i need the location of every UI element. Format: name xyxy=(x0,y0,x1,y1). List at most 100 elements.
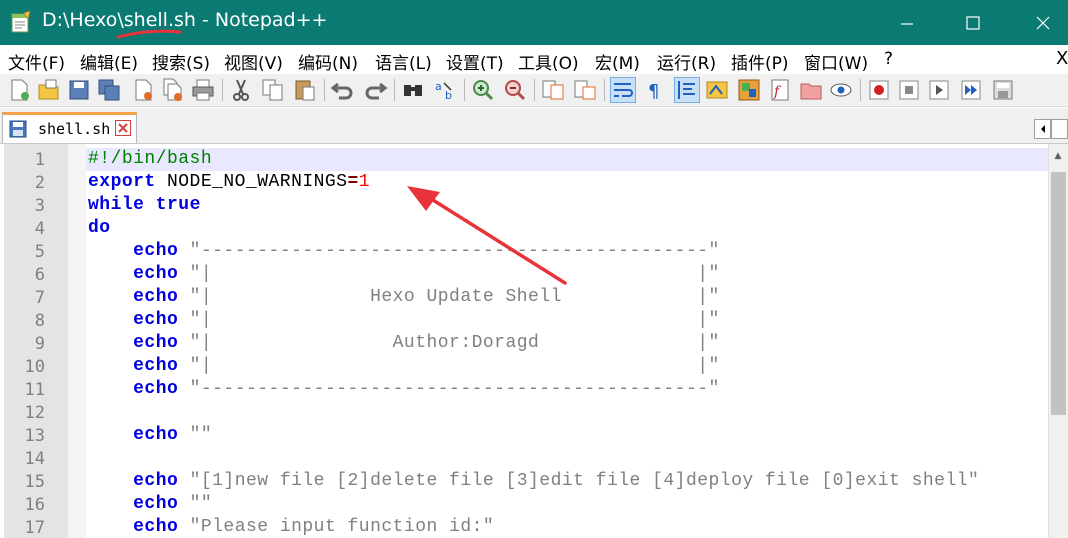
window-title: D:\Hexo\shell.sh - Notepad++ xyxy=(42,9,328,31)
text-token: NODE_NO_WARNINGS xyxy=(155,172,348,192)
scrollbar-thumb[interactable] xyxy=(1051,172,1066,415)
keyword-token: echo xyxy=(133,264,179,284)
string-token: "| Hexo Update Shell |" xyxy=(178,287,720,307)
save-icon[interactable] xyxy=(66,77,92,103)
zoom-out-icon[interactable] xyxy=(502,77,528,103)
menu-run[interactable]: 运行(R) xyxy=(657,49,716,74)
tab-close-icon[interactable] xyxy=(115,120,131,136)
close-document-button[interactable]: X xyxy=(1056,48,1068,69)
maximize-button[interactable] xyxy=(950,0,996,45)
code-line[interactable]: 11 echo "-------------------------------… xyxy=(0,378,1048,401)
code-line[interactable]: 12 xyxy=(0,401,1048,424)
code-text: echo "" xyxy=(88,494,212,514)
close-button[interactable] xyxy=(1020,0,1066,45)
line-number: 16 xyxy=(24,495,45,515)
indent-guide-icon[interactable] xyxy=(674,77,700,103)
toolbar-separator xyxy=(534,79,535,101)
code-line[interactable]: 7 echo "| Hexo Update Shell |" xyxy=(0,286,1048,309)
menu-search[interactable]: 搜索(S) xyxy=(152,49,210,74)
keyword-token: echo xyxy=(133,471,179,491)
string-token: "| |" xyxy=(178,356,720,376)
record-macro-icon[interactable] xyxy=(866,77,892,103)
line-number: 9 xyxy=(34,334,45,354)
menu-encoding[interactable]: 编码(N) xyxy=(298,49,358,74)
menu-file[interactable]: 文件(F) xyxy=(8,49,65,74)
word-wrap-icon[interactable] xyxy=(610,77,636,103)
undo-icon[interactable] xyxy=(330,77,356,103)
tab-shell-sh[interactable]: shell.sh xyxy=(2,112,137,143)
function-list-icon[interactable]: f xyxy=(768,77,794,103)
tab-scroll-right-button[interactable] xyxy=(1051,119,1068,139)
code-line[interactable]: 5 echo "--------------------------------… xyxy=(0,240,1048,263)
zoom-in-icon[interactable] xyxy=(470,77,496,103)
code-line[interactable]: 3 while true xyxy=(0,194,1048,217)
code-text: echo "| |" xyxy=(88,356,720,376)
code-line[interactable]: 13 echo "" xyxy=(0,424,1048,447)
code-line[interactable]: 8 echo "| |" xyxy=(0,309,1048,332)
save-all-icon[interactable] xyxy=(96,77,122,103)
cut-icon[interactable] xyxy=(228,77,254,103)
menu-window[interactable]: 窗口(W) xyxy=(804,49,868,74)
find-icon[interactable] xyxy=(400,77,426,103)
stop-macro-icon[interactable] xyxy=(896,77,922,103)
menu-help[interactable]: ? xyxy=(884,49,893,69)
menu-language[interactable]: 语言(L) xyxy=(375,49,432,74)
new-file-icon[interactable] xyxy=(6,77,32,103)
menu-settings[interactable]: 设置(T) xyxy=(446,49,504,74)
code-line[interactable]: 14 xyxy=(0,447,1048,470)
string-token: "" xyxy=(178,425,213,445)
editor-area[interactable]: 1 #!/bin/bash 2 export NODE_NO_WARNINGS=1 3 w… xyxy=(0,143,1068,538)
svg-text:¶: ¶ xyxy=(648,81,659,102)
menu-plugins[interactable]: 插件(P) xyxy=(731,49,789,74)
menu-tools[interactable]: 工具(O) xyxy=(518,49,579,74)
replace-icon[interactable]: ab xyxy=(432,77,458,103)
keyword-token: echo xyxy=(133,425,179,445)
code-line[interactable]: 17 echo "Please input function id:" xyxy=(0,516,1048,538)
tab-scroll-left-button[interactable] xyxy=(1034,119,1051,139)
code-line[interactable]: 15 echo "[1]new file [2]delete file [3]e… xyxy=(0,470,1048,493)
close-file-icon[interactable] xyxy=(130,77,156,103)
open-file-icon[interactable] xyxy=(36,77,62,103)
code-line[interactable]: 9 echo "| Author:Doragd |" xyxy=(0,332,1048,355)
code-line[interactable]: 1 #!/bin/bash xyxy=(0,148,1048,171)
paste-icon[interactable] xyxy=(292,77,318,103)
menu-edit[interactable]: 编辑(E) xyxy=(80,49,138,74)
minimize-button[interactable] xyxy=(884,0,930,45)
redo-icon[interactable] xyxy=(362,77,388,103)
code-line[interactable]: 10 echo "| |" xyxy=(0,355,1048,378)
code-text: echo "----------------------------------… xyxy=(88,241,720,261)
print-icon[interactable] xyxy=(190,77,216,103)
copy-icon[interactable] xyxy=(260,77,286,103)
code-line[interactable]: 6 echo "| |" xyxy=(0,263,1048,286)
tab-label: shell.sh xyxy=(38,120,111,138)
code-text: do xyxy=(88,218,111,238)
code-text: export NODE_NO_WARNINGS=1 xyxy=(88,172,370,192)
keyword-token: echo xyxy=(133,241,179,261)
code-text: echo "| |" xyxy=(88,264,720,284)
close-all-icon[interactable] xyxy=(160,77,186,103)
sync-horizontal-icon[interactable] xyxy=(572,77,598,103)
tab-bar: shell.sh xyxy=(0,108,1068,143)
code-line[interactable]: 2 export NODE_NO_WARNINGS=1 xyxy=(0,171,1048,194)
doc-map-icon[interactable] xyxy=(736,77,762,103)
user-language-icon[interactable] xyxy=(704,77,730,103)
folder-workspace-icon[interactable] xyxy=(798,77,824,103)
menu-macro[interactable]: 宏(M) xyxy=(595,49,640,74)
code-line[interactable]: 16 echo "" xyxy=(0,493,1048,516)
code-text: echo "| Hexo Update Shell |" xyxy=(88,287,720,307)
save-macro-icon[interactable] xyxy=(990,77,1016,103)
run-macro-multiple-icon[interactable] xyxy=(958,77,984,103)
menu-view[interactable]: 视图(V) xyxy=(224,49,283,74)
code-line[interactable]: 4 do xyxy=(0,217,1048,240)
show-all-chars-icon[interactable]: ¶ xyxy=(642,77,668,103)
monitoring-icon[interactable] xyxy=(828,77,854,103)
notepad-plus-plus-icon xyxy=(11,11,31,33)
code-text: echo "Please input function id:" xyxy=(88,517,494,537)
toolbar-separator xyxy=(604,79,605,101)
scroll-up-arrow-icon[interactable]: ▲ xyxy=(1048,144,1068,168)
sync-vertical-icon[interactable] xyxy=(540,77,566,103)
line-number: 15 xyxy=(24,472,45,492)
play-macro-icon[interactable] xyxy=(926,77,952,103)
